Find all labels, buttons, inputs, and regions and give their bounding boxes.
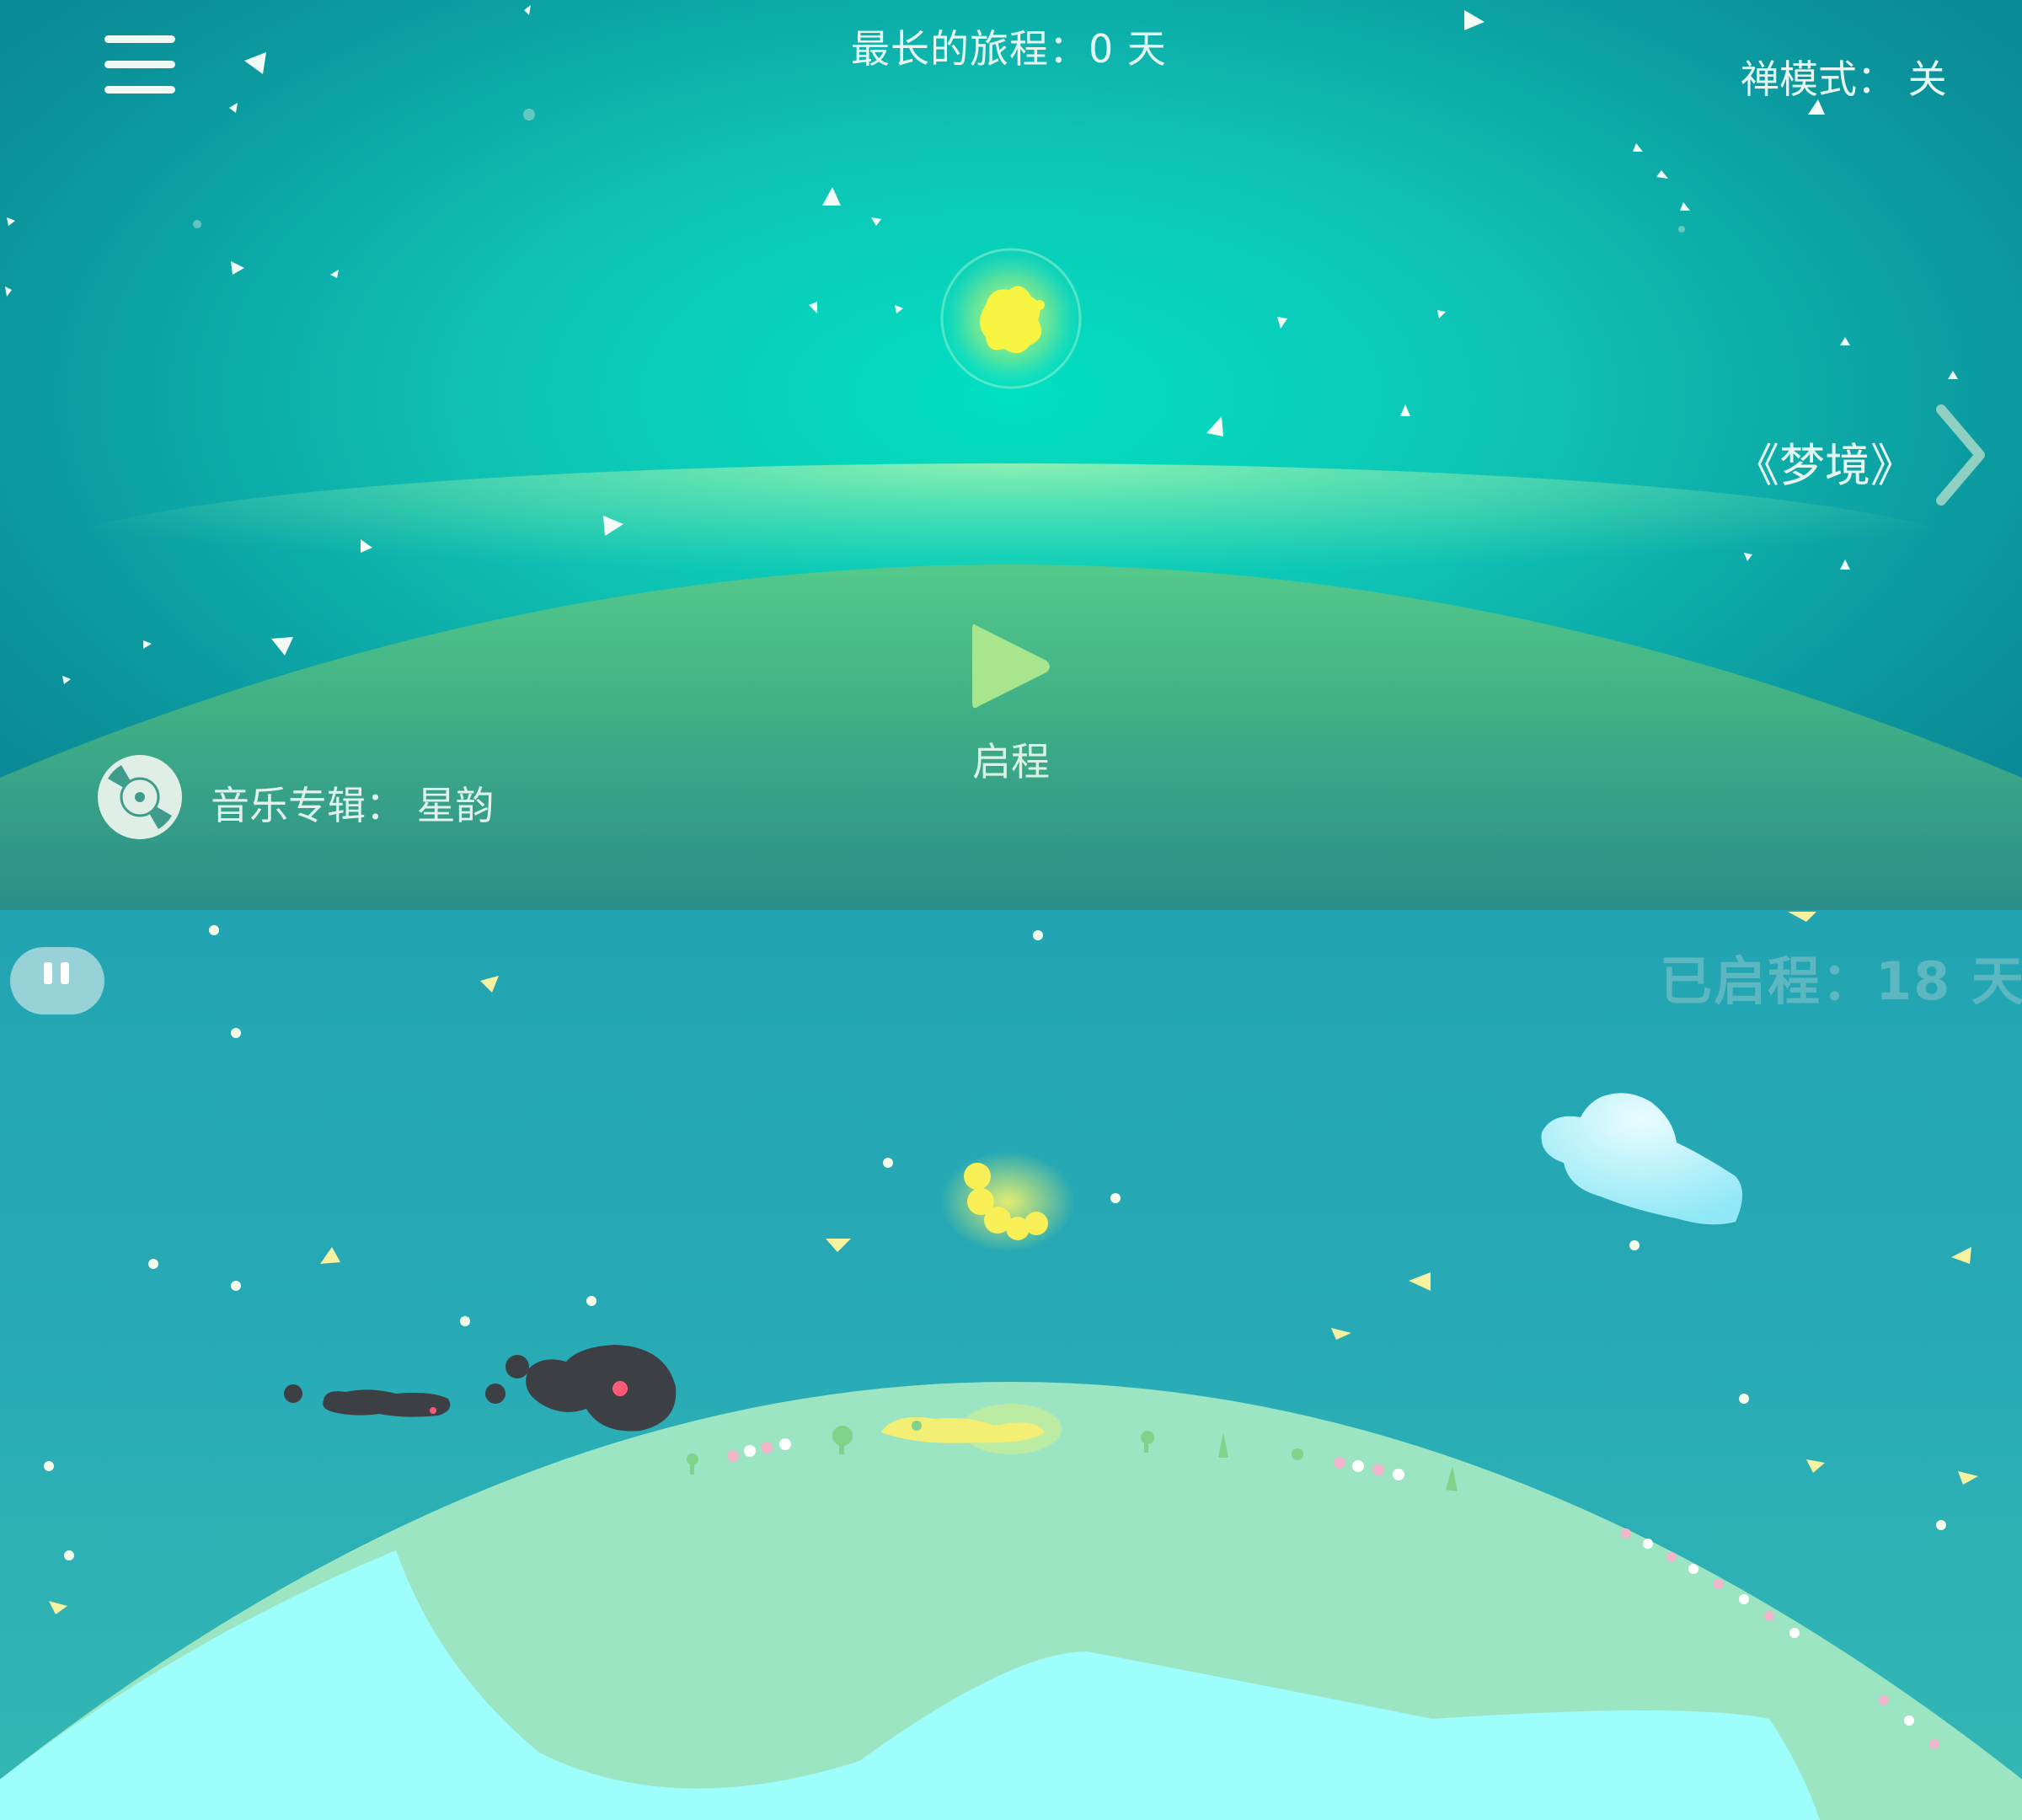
sun-orb-icon [940, 248, 1082, 389]
start-label[interactable]: 启程 [969, 731, 1053, 787]
play-button[interactable] [969, 620, 1053, 713]
glowing-caterpillar-icon [940, 1151, 1075, 1252]
play-icon [972, 624, 1050, 709]
days-traveled-label: 已启程：18 天 [1660, 950, 2022, 1012]
zen-mode-toggle[interactable]: 禅模式： 关 [1741, 49, 1947, 104]
gameplay-screen: 已启程：18 天 [0, 910, 2022, 1820]
longest-journey-label: 最长的旅程：0 天 [851, 26, 1167, 72]
cloud-icon [1541, 1093, 1742, 1225]
menu-icon[interactable] [104, 34, 175, 96]
black-blob-creature-icon [284, 1345, 677, 1432]
start-screen: 最长的旅程：0 天 禅模式： 关 《梦境》 启程 音乐专辑： 星韵 [0, 0, 2022, 910]
pause-button[interactable] [10, 947, 104, 1014]
game-scene [0, 912, 2022, 1820]
pause-icon [10, 947, 104, 1014]
level-name-label: 《梦境》 [1734, 439, 1916, 492]
music-album-label[interactable]: 音乐专辑： 星韵 [211, 775, 495, 831]
music-disc-icon[interactable] [96, 753, 184, 841]
chevron-right-icon[interactable] [1929, 404, 1988, 506]
